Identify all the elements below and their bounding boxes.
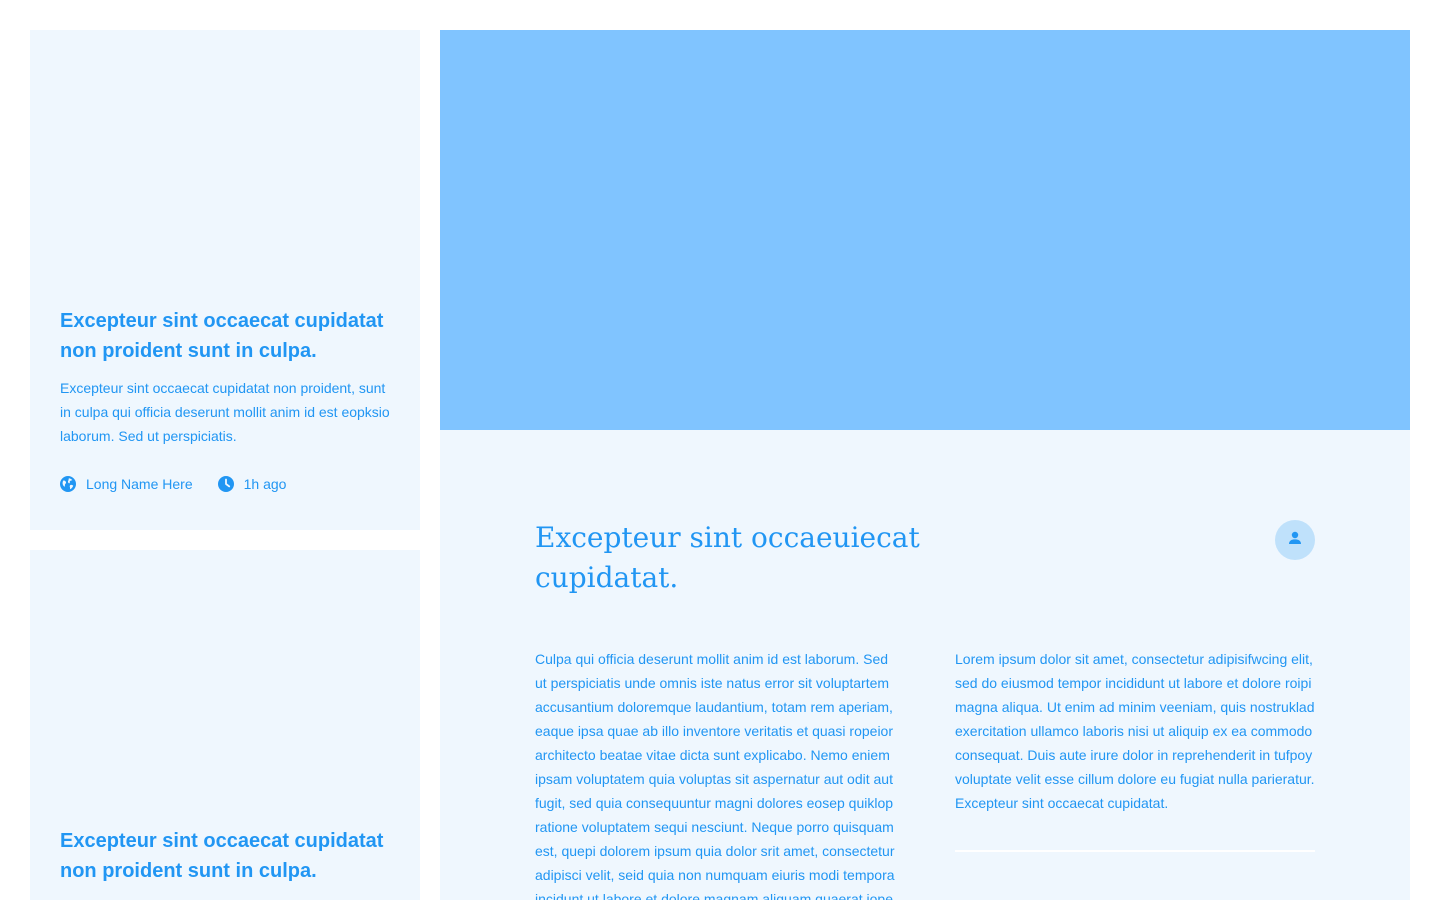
article-title: Excepteur sint occaeuiecat cupidatat. [535,521,920,594]
globe-icon [60,476,76,492]
card-excerpt: Excepteur sint occaecat cupidatat non pr… [60,380,390,444]
avatar[interactable] [1275,520,1315,560]
clock-icon [217,476,234,492]
article-card[interactable]: Excepteur sint occaecat cupidatat non pr… [30,550,420,900]
article-text-right: Lorem ipsum dolor sit amet, consectetur … [955,651,1315,811]
author-name: Long Name Here [86,476,193,492]
divider [955,850,1315,852]
card-author[interactable]: Long Name Here [60,474,193,494]
article-card[interactable]: Excepteur sint occaecat cupidatat non pr… [30,30,420,530]
card-time: 1h ago [217,474,287,494]
card-meta: Long Name Here 1h ago [60,474,311,494]
hero-image [440,30,1410,430]
card-title[interactable]: Excepteur sint occaecat cupidatat non pr… [60,306,400,366]
card-title[interactable]: Excepteur sint occaecat cupidatat non pr… [60,826,400,886]
post-time: 1h ago [243,476,287,492]
person-icon [1287,530,1303,551]
article-text-left: Culpa qui officia deserunt mollit anim i… [535,651,895,900]
article-body: Excepteur sint occaeuiecat cupidatat. Cu… [440,430,1410,900]
